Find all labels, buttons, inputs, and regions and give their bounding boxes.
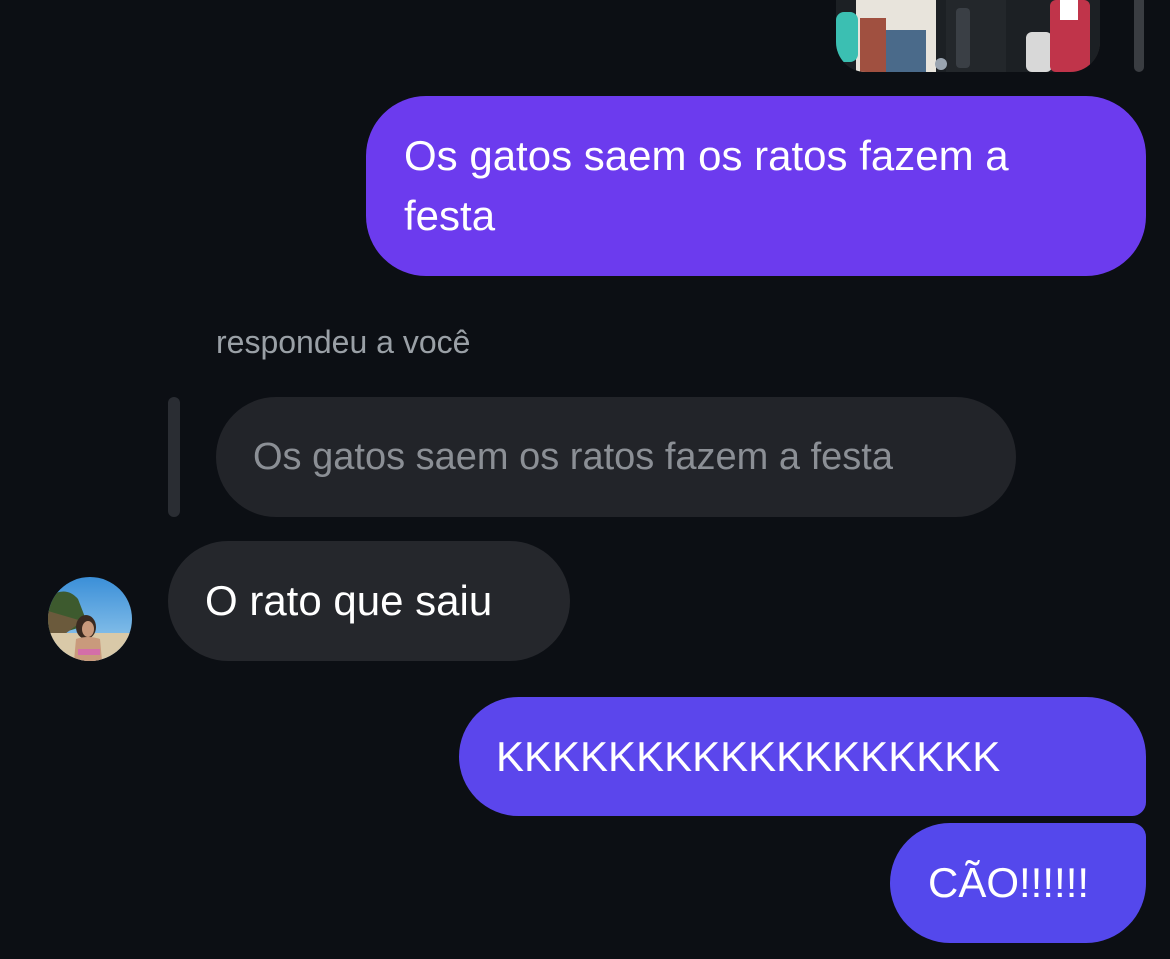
reply-label: respondeu a você [216,324,471,360]
shared-photo-thumbnail[interactable] [836,0,1100,72]
contact-avatar[interactable] [48,577,132,661]
quoted-message[interactable]: Os gatos saem os ratos fazem a festa [216,397,1016,517]
scrollbar-thumb[interactable] [1134,0,1144,72]
outgoing-message-bubble[interactable]: KKKKKKKKKKKKKKKKKK [459,697,1146,816]
avatar-image [48,577,132,661]
shared-photo-image [836,0,1100,72]
reply-indicator-bar [168,397,180,517]
outgoing-message-bubble[interactable]: Os gatos saem os ratos fazem a festa [366,96,1146,276]
outgoing-message-bubble[interactable]: CÃO!!!!!! [890,823,1146,943]
incoming-message-bubble[interactable]: O rato que saiu [168,541,570,661]
